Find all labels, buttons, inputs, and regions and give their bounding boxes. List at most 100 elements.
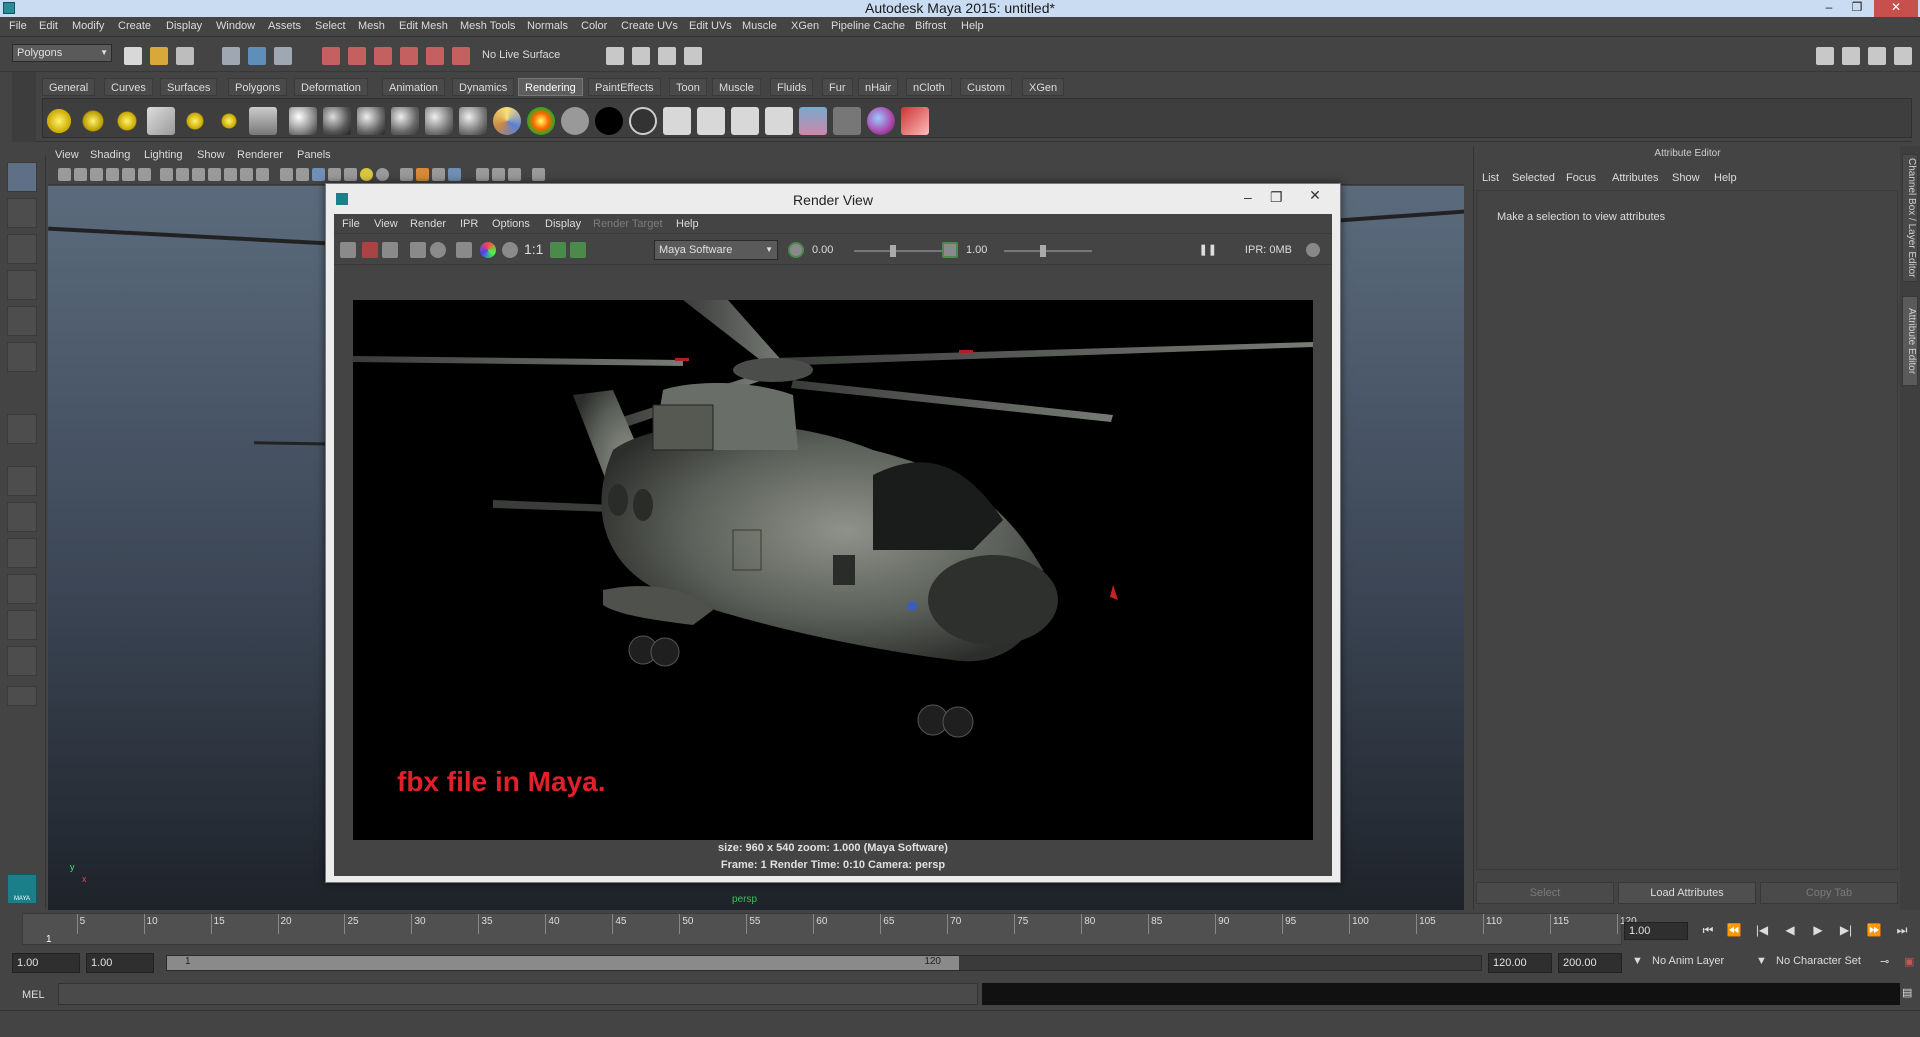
ae-menu-attributes[interactable]: Attributes	[1612, 172, 1658, 184]
render-view-titlebar[interactable]: Render View – ❐ ✕	[326, 184, 1340, 214]
vp-menu-renderer[interactable]: Renderer	[237, 149, 283, 161]
batch-render-icon[interactable]	[799, 107, 827, 135]
anisotropic-material-icon[interactable]	[425, 107, 453, 135]
screen-space-ao-icon[interactable]	[376, 168, 389, 181]
remove-image-icon[interactable]	[570, 242, 586, 258]
rv-menu-ipr[interactable]: IPR	[460, 218, 478, 230]
play-backwards-icon[interactable]: ◀	[1780, 923, 1800, 939]
menu-pipeline-cache[interactable]: Pipeline Cache	[831, 20, 905, 32]
animation-preferences-icon[interactable]: ▣	[1904, 955, 1914, 968]
snap-point-icon[interactable]	[374, 47, 392, 65]
rv-minimize-button[interactable]: –	[1244, 189, 1252, 205]
rv-menu-display[interactable]: Display	[545, 218, 581, 230]
vp-menu-view[interactable]: View	[55, 149, 79, 161]
ae-load-attributes-button[interactable]: Load Attributes	[1618, 882, 1756, 904]
auto-key-icon[interactable]: ⊸	[1880, 955, 1889, 968]
gamma-value[interactable]: 1.00	[966, 244, 987, 256]
film-gate-icon[interactable]	[176, 168, 189, 181]
select-tool-icon[interactable]	[7, 162, 37, 192]
gate-mask-icon[interactable]	[208, 168, 221, 181]
shading-map-icon[interactable]	[595, 107, 623, 135]
menu-xgen[interactable]: XGen	[791, 20, 819, 32]
ae-menu-list[interactable]: List	[1482, 172, 1499, 184]
ocean-shader-icon[interactable]	[629, 107, 657, 135]
isolate-select-icon[interactable]	[448, 168, 461, 181]
gamma-slider-handle[interactable]	[1040, 245, 1046, 257]
gamma-slider[interactable]	[1004, 250, 1092, 252]
menu-create[interactable]: Create	[118, 20, 151, 32]
exposure-value[interactable]: 0.00	[812, 244, 833, 256]
start-time-field[interactable]: 1.00	[12, 953, 80, 973]
range-slider-handle[interactable]: 1 120	[167, 956, 959, 970]
ui-toggle-icon[interactable]	[532, 168, 545, 181]
snapshot-icon[interactable]	[382, 242, 398, 258]
snap-grid-icon[interactable]	[322, 47, 340, 65]
rv-menu-help[interactable]: Help	[676, 218, 699, 230]
render-frame-icon[interactable]	[606, 47, 624, 65]
menu-color[interactable]: Color	[581, 20, 607, 32]
field-chart-icon[interactable]	[224, 168, 237, 181]
shelf-tab-deformation[interactable]: Deformation	[294, 78, 368, 96]
shelf-tab-polygons[interactable]: Polygons	[228, 78, 288, 96]
xray-icon[interactable]	[476, 168, 489, 181]
character-set-dropdown[interactable]: No Character Set	[1776, 955, 1861, 967]
shelf-tab-nhair[interactable]: nHair	[858, 78, 899, 96]
grid-icon[interactable]	[160, 168, 173, 181]
rv-menu-view[interactable]: View	[374, 218, 398, 230]
render-settings-icon[interactable]	[684, 47, 702, 65]
shelf-tab-curves[interactable]: Curves	[104, 78, 153, 96]
wireframe-icon[interactable]	[280, 168, 293, 181]
shelf-tab-custom[interactable]: Custom	[960, 78, 1012, 96]
rotate-tool-icon[interactable]	[7, 306, 37, 336]
resolution-gate-icon[interactable]	[192, 168, 205, 181]
minimize-button[interactable]: –	[1816, 0, 1842, 17]
smooth-shade-icon[interactable]	[296, 168, 309, 181]
volume-light-icon[interactable]	[215, 107, 243, 135]
four-view-layout-icon[interactable]	[7, 502, 37, 532]
render-region-icon[interactable]	[362, 242, 378, 258]
depth-of-field-icon[interactable]	[432, 168, 445, 181]
tab-channel-box[interactable]: Channel Box / Layer Editor	[1902, 154, 1918, 282]
render-current-frame-icon[interactable]	[663, 107, 691, 135]
menu-edit-mesh[interactable]: Edit Mesh	[399, 20, 448, 32]
blinn-material-icon[interactable]	[323, 107, 351, 135]
menu-bifrost[interactable]: Bifrost	[915, 20, 946, 32]
menu-create-uvs[interactable]: Create UVs	[621, 20, 678, 32]
shelf-tab-muscle[interactable]: Muscle	[712, 78, 761, 96]
move-tool-icon[interactable]	[7, 270, 37, 300]
menu-muscle[interactable]: Muscle	[742, 20, 777, 32]
ipr-render-current-frame-icon[interactable]	[697, 107, 725, 135]
render-view-icon[interactable]	[658, 47, 676, 65]
persp-graph-hypergraph-layout-icon[interactable]	[7, 646, 37, 676]
menu-normals[interactable]: Normals	[527, 20, 568, 32]
real-size-label[interactable]: 1:1	[524, 241, 543, 257]
vp-menu-show[interactable]: Show	[197, 149, 225, 161]
chevron-down-icon[interactable]: ▼	[1632, 955, 1643, 967]
pause-ipr-icon[interactable]: ❚❚	[1199, 243, 1217, 256]
camera-icon[interactable]	[249, 107, 277, 135]
paint-select-tool-icon[interactable]	[7, 234, 37, 264]
hypershade-persp-layout-icon[interactable]	[7, 610, 37, 640]
range-slider-bar[interactable]: 1 120	[166, 955, 1482, 971]
motion-blur-icon[interactable]	[400, 168, 413, 181]
area-light-icon[interactable]	[181, 107, 209, 135]
refresh-ipr-icon[interactable]	[430, 242, 446, 258]
cancel-batch-render-icon[interactable]	[833, 107, 861, 135]
rendered-image[interactable]: fbx file in Maya.	[353, 300, 1313, 840]
step-back-frame-icon[interactable]: |◀	[1752, 923, 1772, 939]
shelf-tab-dynamics[interactable]: Dynamics	[452, 78, 515, 96]
ambient-light-icon[interactable]	[45, 107, 73, 135]
xray-joints-icon[interactable]	[492, 168, 505, 181]
exposure-slider[interactable]	[854, 250, 942, 252]
render-settings-shelf-icon[interactable]	[765, 107, 793, 135]
textured-icon[interactable]	[328, 168, 341, 181]
shelf-tab-general[interactable]: General	[42, 78, 96, 96]
backface-culling-icon[interactable]	[508, 168, 521, 181]
show-tool-settings-icon[interactable]	[1868, 47, 1886, 65]
snap-view-plane-icon[interactable]	[400, 47, 418, 65]
step-forward-key-icon[interactable]: ⏩	[1864, 923, 1884, 939]
ae-menu-focus[interactable]: Focus	[1566, 172, 1596, 184]
new-scene-icon[interactable]	[124, 47, 142, 65]
save-scene-icon[interactable]	[176, 47, 194, 65]
playback-end-field[interactable]: 120.00	[1488, 953, 1552, 973]
